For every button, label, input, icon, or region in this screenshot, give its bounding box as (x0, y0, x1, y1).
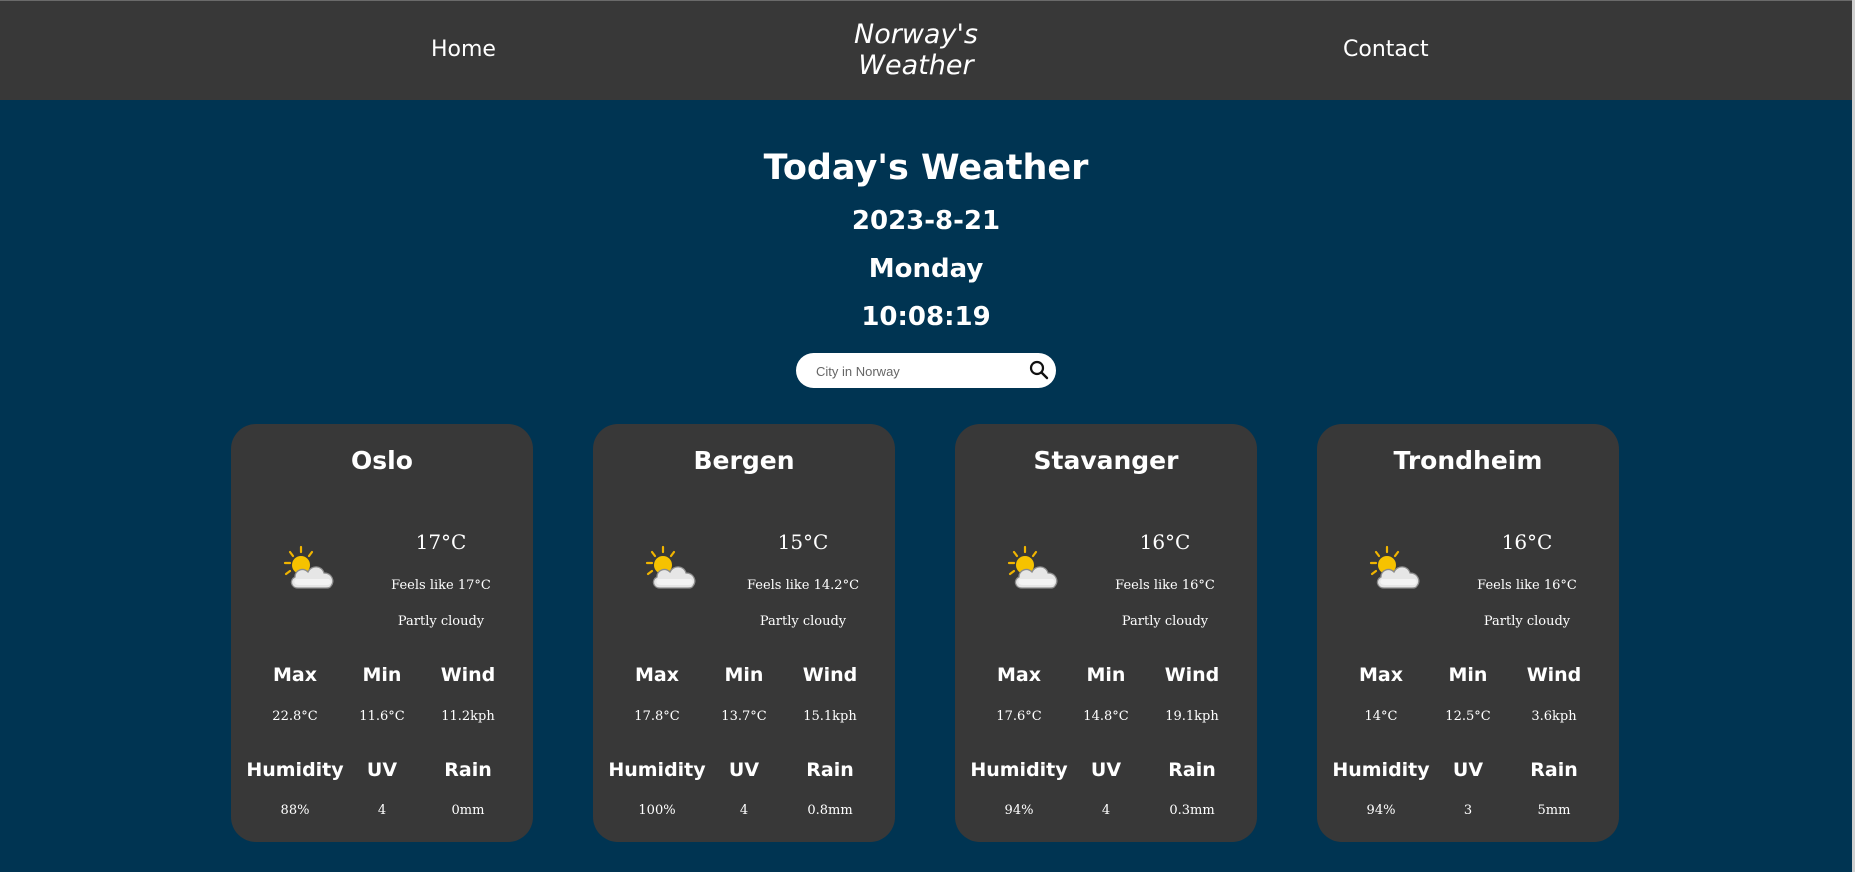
city-search-box (796, 353, 1056, 388)
search-icon[interactable] (1028, 359, 1050, 381)
wind-value: 3.6kph (1531, 709, 1577, 724)
wind-value: 15.1kph (803, 709, 857, 724)
card-city-name: Stavanger (1033, 446, 1179, 475)
partly-cloudy-icon (1007, 545, 1058, 589)
brand-line-1: Norway's (854, 19, 978, 50)
wind-label: Wind (1526, 664, 1582, 686)
rain-value: 5mm (1537, 803, 1571, 818)
site-brand[interactable]: Norway's Weather (816, 19, 1016, 81)
card-city-name: Trondheim (1393, 446, 1543, 475)
nav-contact-link[interactable]: Contact (1343, 37, 1429, 62)
weather-card-stavanger: Stavanger 16°C Feels like 16°C Partly cl… (955, 424, 1257, 842)
weather-card-oslo: Oslo 17°C Feels like 17°C Partly cloudy … (231, 424, 533, 842)
card-feels-like: Feels like 14.2°C (746, 578, 860, 593)
rain-value: 0mm (451, 803, 485, 818)
card-condition: Partly cloudy (759, 614, 847, 629)
wind-value: 11.2kph (441, 709, 495, 724)
wind-value: 19.1kph (1165, 709, 1219, 724)
rain-value: 0.8mm (807, 803, 853, 818)
top-navbar: Home Norway's Weather Contact (0, 0, 1852, 100)
rain-label: Rain (1530, 759, 1578, 781)
current-day: Monday (868, 254, 984, 284)
card-city-name: Oslo (351, 446, 413, 475)
rain-label: Rain (806, 759, 854, 781)
card-temperature: 16°C (1139, 530, 1191, 554)
wind-label: Wind (1164, 664, 1220, 686)
card-city-name: Bergen (693, 446, 795, 475)
partly-cloudy-icon (1369, 545, 1420, 589)
partly-cloudy-icon (645, 545, 696, 589)
card-feels-like: Feels like 16°C (1115, 578, 1215, 593)
card-feels-like: Feels like 17°C (391, 578, 491, 593)
card-temperature: 17°C (415, 530, 467, 554)
card-condition: Partly cloudy (1121, 614, 1209, 629)
rain-value: 0.3mm (1169, 803, 1215, 818)
nav-home-link[interactable]: Home (431, 37, 496, 62)
current-date: 2023-8-21 (851, 206, 1001, 236)
card-feels-like: Feels like 16°C (1477, 578, 1577, 593)
weather-card-trondheim: Trondheim 16°C Feels like 16°C Partly cl… (1317, 424, 1619, 842)
wind-label: Wind (802, 664, 858, 686)
card-temperature: 16°C (1501, 530, 1553, 554)
partly-cloudy-icon (283, 545, 334, 589)
card-condition: Partly cloudy (397, 614, 485, 629)
wind-label: Wind (440, 664, 496, 686)
current-time: 10:08:19 (861, 302, 991, 332)
page-title: Today's Weather (763, 148, 1089, 188)
rain-label: Rain (1168, 759, 1216, 781)
card-temperature: 15°C (777, 530, 829, 554)
rain-label: Rain (444, 759, 492, 781)
brand-line-2: Weather (858, 50, 974, 81)
card-condition: Partly cloudy (1483, 614, 1571, 629)
city-search-input[interactable] (814, 359, 1018, 383)
weather-card-bergen: Bergen 15°C Feels like 14.2°C Partly clo… (593, 424, 895, 842)
